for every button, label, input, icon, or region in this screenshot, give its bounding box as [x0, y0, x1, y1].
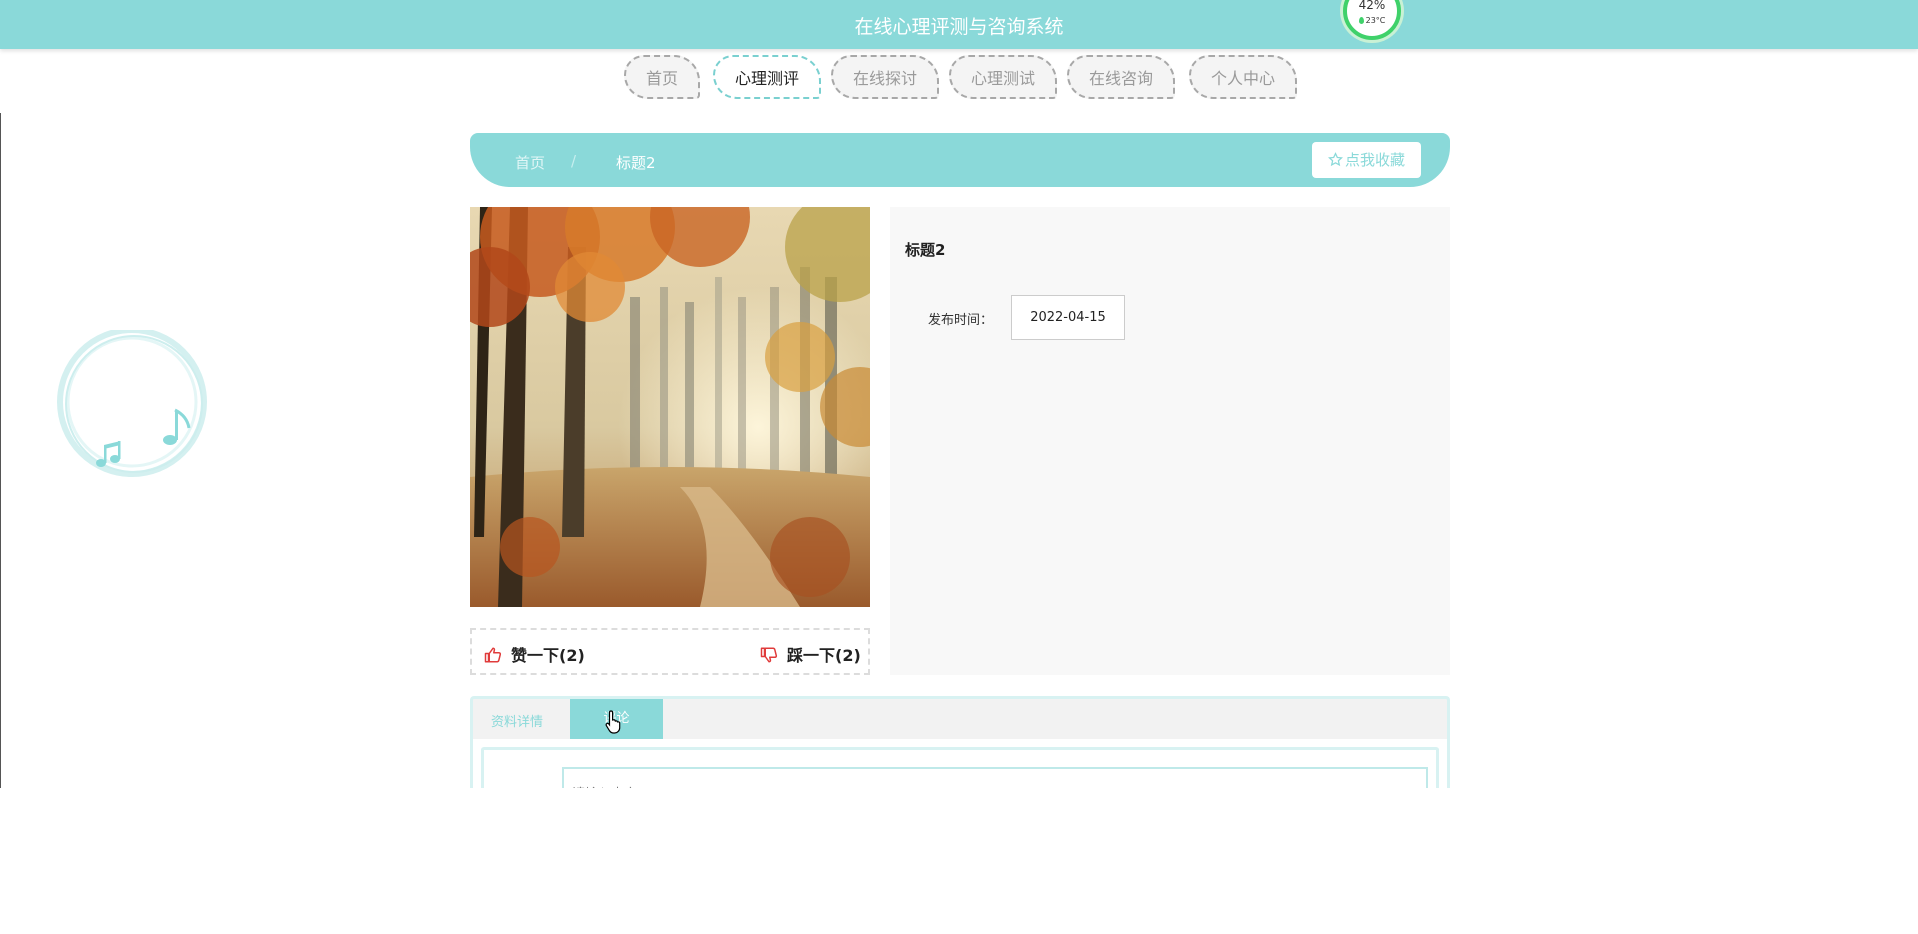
vote-bar: 赞一下(2) 踩一下(2) [470, 628, 870, 675]
site-title: 在线心理评测与咨询系统 [854, 16, 1064, 38]
dislike-button[interactable]: 踩一下(2) [760, 642, 861, 666]
temperature-readout: 23°C [1347, 16, 1397, 25]
thumbs-down-icon [760, 647, 778, 663]
nav-item-discussion[interactable]: 在线探讨 [831, 55, 939, 99]
detail-title: 标题2 [905, 241, 946, 259]
detail-panel: 标题2 发布时间： 2022-04-15 [890, 207, 1450, 675]
article-image [470, 207, 870, 607]
comment-form [481, 747, 1439, 788]
nav-item-home[interactable]: 首页 [624, 55, 700, 99]
star-outline-icon [1327, 152, 1344, 167]
humidity-percent: 42% [1358, 0, 1386, 12]
music-player-icon[interactable] [52, 330, 212, 480]
drop-icon [1358, 17, 1364, 24]
publish-time-value: 2022-04-15 [1011, 295, 1125, 340]
nav-item-consult[interactable]: 在线咨询 [1067, 55, 1175, 99]
breadcrumb-current: 标题2 [616, 154, 656, 172]
main-nav: 首页 心理测评 在线探讨 心理测试 在线咨询 个人中心 [0, 55, 1918, 103]
breadcrumb-home[interactable]: 首页 [515, 152, 545, 173]
temperature-value: 23°C [1365, 16, 1386, 25]
nav-item-assessment[interactable]: 心理测评 [713, 55, 821, 99]
favorite-label: 点我收藏 [1344, 151, 1405, 169]
comment-input[interactable] [562, 767, 1428, 788]
left-divider [0, 113, 1, 788]
like-label: 赞一下(2) [511, 646, 585, 665]
tab-details[interactable]: 资料详情 [491, 711, 543, 730]
breadcrumb-separator: / [571, 152, 577, 170]
favorite-button[interactable]: 点我收藏 [1312, 142, 1421, 178]
top-header: 在线心理评测与咨询系统 42% 23°C [0, 0, 1918, 49]
thumbs-up-icon [484, 647, 502, 663]
nav-item-test[interactable]: 心理测试 [949, 55, 1057, 99]
breadcrumb: 首页 / 标题2 点我收藏 [470, 133, 1450, 187]
dislike-label: 踩一下(2) [787, 646, 861, 665]
nav-item-profile[interactable]: 个人中心 [1189, 55, 1297, 99]
like-button[interactable]: 赞一下(2) [484, 642, 585, 666]
hand-cursor-icon [605, 710, 621, 734]
publish-time-label: 发布时间： [928, 313, 994, 328]
tab-body [473, 739, 1447, 788]
